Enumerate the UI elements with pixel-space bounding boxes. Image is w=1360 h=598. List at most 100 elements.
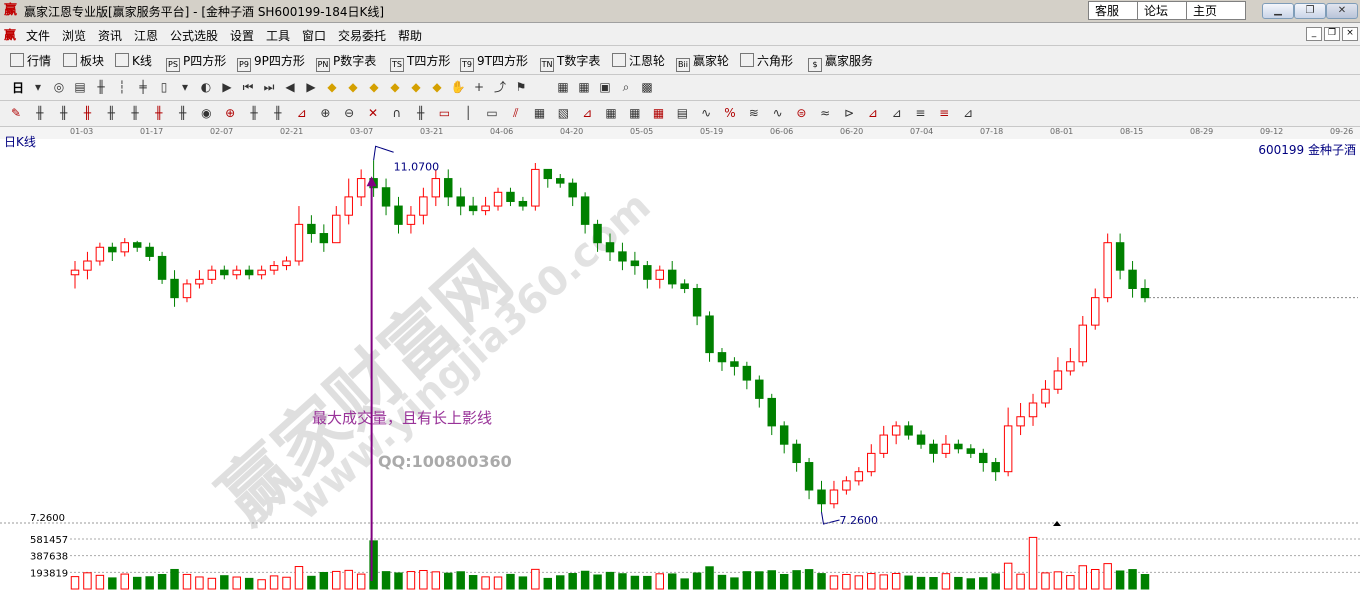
fan-icon[interactable]: ⊕ <box>222 105 238 121</box>
table3-icon[interactable]: ▦ <box>651 105 667 121</box>
flag-icon[interactable]: ▶ <box>219 79 235 95</box>
crosshair-icon[interactable]: + <box>471 79 487 95</box>
angle2-icon[interactable]: ⊿ <box>579 105 595 121</box>
restore-icon[interactable]: ❐ <box>1294 3 1326 19</box>
table-icon[interactable]: ▦ <box>603 105 619 121</box>
last-icon[interactable]: ⏭ <box>261 79 277 95</box>
menu-tools[interactable]: 工具 <box>266 27 290 44</box>
toolbar-ts-button[interactable]: TS T四方形 <box>390 52 450 72</box>
grid-line-icon[interactable]: ╫ <box>246 105 262 121</box>
tri-icon[interactable]: ⊿ <box>865 105 881 121</box>
angle-icon[interactable]: ⊿ <box>294 105 310 121</box>
line2-icon[interactable]: ╫ <box>56 105 72 121</box>
cycle-icon[interactable]: ◎ <box>51 79 67 95</box>
toolbar-p9-button[interactable]: P9 9P四方形 <box>237 52 305 72</box>
cross-icon[interactable]: ✕ <box>365 105 381 121</box>
calc-icon[interactable]: ▦ <box>576 79 592 95</box>
first-icon[interactable]: ⏮ <box>240 79 256 95</box>
dropdown-icon[interactable]: ▾ <box>177 79 193 95</box>
menu-file[interactable]: 文件 <box>26 27 50 44</box>
menu-trade[interactable]: 交易委托 <box>338 27 386 44</box>
toolbar-pn-button[interactable]: PN P数字表 <box>316 52 376 72</box>
tri2-icon[interactable]: ⊿ <box>889 105 905 121</box>
bars-icon[interactable]: ┆ <box>114 79 130 95</box>
cube-icon[interactable]: ▩ <box>639 79 655 95</box>
toolbar-grid-button[interactable]: 行情 <box>10 52 51 69</box>
line5-icon[interactable]: ╫ <box>127 105 143 121</box>
curve-icon[interactable]: ∿ <box>698 105 714 121</box>
scale-icon[interactable]: ◐ <box>198 79 214 95</box>
kline-chart[interactable]: 赢家财富网www.yingjia360.com11.07007.2600最大成交… <box>0 139 1360 595</box>
percent-icon[interactable]: % <box>722 105 738 121</box>
tri4-icon[interactable]: ≡ <box>936 105 952 121</box>
toolbar-ps-button[interactable]: PS P四方形 <box>166 52 226 72</box>
toolbar-blocks-button[interactable]: 板块 <box>63 52 104 69</box>
menu-gann[interactable]: 江恩 <box>134 27 158 44</box>
fib-icon[interactable]: ≋ <box>746 105 762 121</box>
stack-icon[interactable]: ▭ <box>436 105 452 121</box>
gold-icon[interactable]: ⊜ <box>793 105 809 121</box>
toolbar-wheel-button[interactable]: 江恩轮 <box>612 52 665 69</box>
cursor-icon[interactable]: ▯ <box>156 79 172 95</box>
left-icon[interactable]: ◀ <box>282 79 298 95</box>
box-icon[interactable]: ▦ <box>532 105 548 121</box>
sep-icon[interactable]: │ <box>460 105 476 121</box>
chart-area[interactable]: 赢家财富网 www.yingjia360.com 11.0700 7.2600 最大成交… <box>0 139 1360 595</box>
menu-settings[interactable]: 设置 <box>230 27 254 44</box>
vane-icon[interactable]: ⚑ <box>513 79 529 95</box>
menu-browse[interactable]: 浏览 <box>62 27 86 44</box>
link-home[interactable]: 主页 <box>1186 1 1246 20</box>
diamond-left-icon[interactable]: ◆ <box>366 79 382 95</box>
toolbar-kline-button[interactable]: K线 <box>115 52 152 69</box>
gann-icon[interactable]: ╫ <box>270 105 286 121</box>
diamond-expand-icon[interactable]: ◆ <box>429 79 445 95</box>
right-icon[interactable]: ▶ <box>303 79 319 95</box>
parallel-icon[interactable]: ╫ <box>413 105 429 121</box>
exp-icon[interactable]: ⊳ <box>841 105 857 121</box>
wave-icon[interactable]: ∿ <box>770 105 786 121</box>
doc-icon[interactable]: ▤ <box>72 79 88 95</box>
diamond-shrink-icon[interactable]: ◆ <box>408 79 424 95</box>
circle-icon[interactable]: ◉ <box>198 105 214 121</box>
tri5-icon[interactable]: ⊿ <box>960 105 976 121</box>
pen-icon[interactable]: ✎ <box>8 105 24 121</box>
candles-icon[interactable]: ╫ <box>93 79 109 95</box>
mdi-minimize-icon[interactable]: _ <box>1306 27 1322 41</box>
diamond-down-icon[interactable]: ◆ <box>345 79 361 95</box>
diamond-right-icon[interactable]: ◆ <box>387 79 403 95</box>
lines-icon[interactable]: ╪ <box>135 79 151 95</box>
mdi-restore-icon[interactable]: ❐ <box>1324 27 1340 41</box>
find-icon[interactable]: ⌕ <box>618 79 634 95</box>
close-icon[interactable]: ✕ <box>1326 3 1358 19</box>
menu-info[interactable]: 资讯 <box>98 27 122 44</box>
menu-formula[interactable]: 公式选股 <box>170 27 218 44</box>
target-icon[interactable]: ⊕ <box>317 105 333 121</box>
vol-icon[interactable]: ≈ <box>817 105 833 121</box>
tri3-icon[interactable]: ≡ <box>912 105 928 121</box>
diamond-up-icon[interactable]: ◆ <box>324 79 340 95</box>
line4-icon[interactable]: ╫ <box>103 105 119 121</box>
calendar-icon[interactable]: ▦ <box>555 79 571 95</box>
line6-icon[interactable]: ╫ <box>151 105 167 121</box>
period-select[interactable]: 日 <box>12 79 24 96</box>
save-icon[interactable]: ▣ <box>597 79 613 95</box>
toolbar-dollar-button[interactable]: $ 赢家服务 <box>808 52 873 72</box>
toolbar-tn-button[interactable]: TN T数字表 <box>540 52 600 72</box>
draw-icon[interactable]: ⤴ <box>492 79 508 95</box>
list-icon[interactable]: ▤ <box>674 105 690 121</box>
menu-window[interactable]: 窗口 <box>302 27 326 44</box>
fan2-icon[interactable]: ⫽ <box>508 105 524 121</box>
target2-icon[interactable]: ⊖ <box>341 105 357 121</box>
menu-help[interactable]: 帮助 <box>398 27 422 44</box>
table2-icon[interactable]: ▦ <box>627 105 643 121</box>
line1-icon[interactable]: ╫ <box>32 105 48 121</box>
arc-icon[interactable]: ∩ <box>389 105 405 121</box>
hand-icon[interactable]: ✋ <box>450 79 466 95</box>
mdi-close-icon[interactable]: × <box>1342 27 1358 41</box>
rect-icon[interactable]: ▭ <box>484 105 500 121</box>
toolbar-bii-button[interactable]: Bii 赢家轮 <box>676 52 729 72</box>
toolbar-t9-button[interactable]: T9 9T四方形 <box>460 52 528 72</box>
line7-icon[interactable]: ╫ <box>175 105 191 121</box>
line3-icon[interactable]: ╫ <box>79 105 95 121</box>
blank-icon[interactable] <box>534 79 550 95</box>
